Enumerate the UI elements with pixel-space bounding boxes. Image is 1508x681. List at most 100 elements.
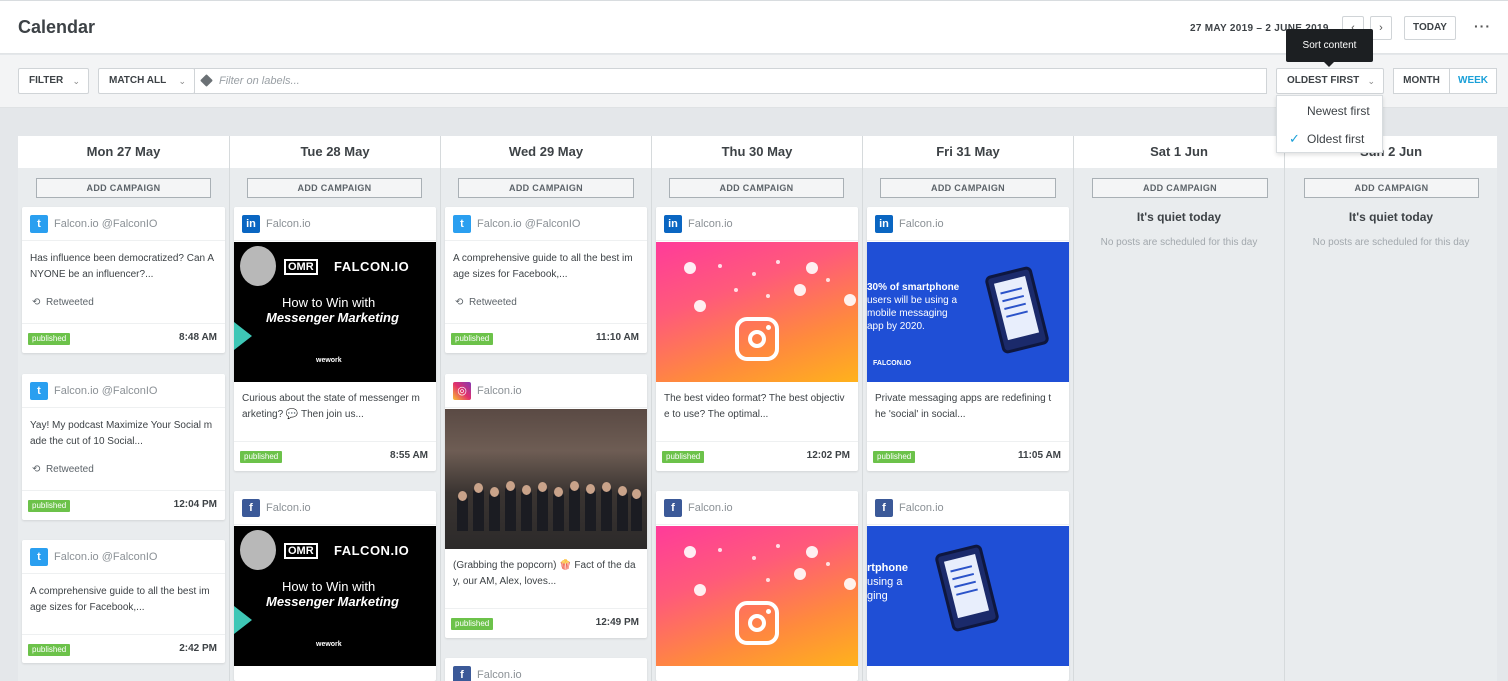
day-header: Wed 29 May bbox=[441, 136, 651, 168]
account-name: Falcon.io bbox=[477, 385, 522, 397]
account-name: Falcon.io @FalconIO bbox=[54, 218, 158, 230]
account-name: Falcon.io bbox=[477, 669, 522, 681]
image-headline: How to Win with bbox=[282, 579, 376, 594]
today-button[interactable]: TODAY bbox=[1404, 16, 1456, 40]
instagram-logo-graphic bbox=[735, 601, 779, 645]
linkedin-icon: in bbox=[875, 215, 893, 233]
post-card[interactable]: in Falcon.io 30% of smartphone users wil… bbox=[867, 207, 1069, 471]
status-badge: published bbox=[28, 500, 71, 512]
account-name: Falcon.io @FalconIO bbox=[54, 551, 158, 563]
add-campaign-button[interactable]: ADD CAMPAIGN bbox=[880, 178, 1056, 198]
account-name: Falcon.io bbox=[266, 218, 311, 230]
day-header: Sat 1 Jun bbox=[1074, 136, 1284, 168]
sort-option-newest[interactable]: Newest first bbox=[1277, 97, 1382, 125]
sort-option-oldest-label: Oldest first bbox=[1307, 132, 1365, 146]
tag-icon bbox=[200, 74, 213, 87]
image-subheadline: Messenger Marketing bbox=[266, 310, 399, 325]
card-header: f Falcon.io bbox=[656, 491, 858, 525]
card-header: f Falcon.io bbox=[445, 658, 647, 681]
card-header: in Falcon.io bbox=[234, 207, 436, 241]
post-time: 8:48 AM bbox=[179, 332, 217, 343]
post-image: OMR FALCON.IO How to Win with Messenger … bbox=[234, 242, 436, 382]
post-text: Has influence been democratized? Can A N… bbox=[30, 253, 214, 280]
post-card[interactable]: f Falcon.io bbox=[445, 658, 647, 681]
add-campaign-button[interactable]: ADD CAMPAIGN bbox=[1304, 178, 1479, 198]
post-card[interactable]: f Falcon.io bbox=[656, 491, 858, 681]
card-header: in Falcon.io bbox=[656, 207, 858, 241]
image-text-line: users will be using a bbox=[867, 295, 958, 306]
omr-logo: OMR bbox=[284, 259, 318, 275]
match-label: MATCH ALL bbox=[109, 75, 167, 86]
post-card[interactable]: t Falcon.io @FalconIO Yay! My podcast Ma… bbox=[22, 374, 225, 520]
page-title: Calendar bbox=[18, 17, 96, 37]
chevron-right-icon: › bbox=[1379, 22, 1383, 34]
post-card[interactable]: t Falcon.io @FalconIO Has influence been… bbox=[22, 207, 225, 353]
add-campaign-button[interactable]: ADD CAMPAIGN bbox=[247, 178, 422, 198]
post-card[interactable]: f Falcon.io OMR FALCON.IO How to Win wit… bbox=[234, 491, 436, 681]
status-badge: published bbox=[28, 333, 71, 345]
card-footer: published 11:05 AM bbox=[867, 441, 1069, 471]
retweet-icon: ⟲ bbox=[455, 297, 464, 308]
card-header: ◎ Falcon.io bbox=[445, 374, 647, 408]
chevron-down-icon: ⌄ bbox=[178, 76, 186, 86]
account-name: Falcon.io bbox=[688, 502, 733, 514]
falcon-logo: FALCON.IO bbox=[334, 259, 410, 274]
post-text: Private messaging apps are redefining t … bbox=[875, 393, 1052, 420]
account-name: Falcon.io bbox=[899, 502, 944, 514]
more-options-icon[interactable]: ··· bbox=[1474, 18, 1491, 34]
post-time: 11:05 AM bbox=[1018, 450, 1061, 461]
chevron-down-icon: ⌄ bbox=[1367, 76, 1375, 86]
sort-dropdown-menu: Newest first ✓ Oldest first bbox=[1276, 95, 1383, 153]
day-header: Fri 31 May bbox=[863, 136, 1073, 168]
post-card[interactable]: in Falcon.io The best video format? The … bbox=[656, 207, 858, 471]
match-all-button[interactable]: MATCH ALL ⌄ bbox=[98, 68, 195, 94]
account-name: Falcon.io @FalconIO bbox=[54, 385, 158, 397]
sort-button[interactable]: OLDEST FIRST ⌄ bbox=[1276, 68, 1384, 94]
card-footer: published 12:49 PM bbox=[445, 608, 647, 638]
post-card[interactable]: f Falcon.io rtphone using a ging bbox=[867, 491, 1069, 681]
post-time: 12:04 PM bbox=[173, 499, 217, 510]
chevron-down-icon: ⌄ bbox=[72, 76, 80, 86]
arrow-graphic bbox=[234, 322, 252, 350]
filter-button[interactable]: FILTER ⌄ bbox=[18, 68, 89, 94]
day-column-tue: Tue 28 May ADD CAMPAIGN in Falcon.io OMR… bbox=[230, 136, 441, 681]
week-view-button[interactable]: WEEK bbox=[1449, 68, 1497, 94]
retweet-icon: ⟲ bbox=[32, 464, 41, 475]
add-campaign-button[interactable]: ADD CAMPAIGN bbox=[36, 178, 211, 198]
image-subheadline: Messenger Marketing bbox=[266, 594, 399, 609]
day-column-wed: Wed 29 May ADD CAMPAIGN t Falcon.io @Fal… bbox=[441, 136, 652, 681]
sponsor-logo: wework bbox=[316, 641, 342, 648]
empty-day-title: It's quiet today bbox=[1348, 210, 1434, 224]
card-header: t Falcon.io @FalconIO bbox=[445, 207, 647, 241]
status-badge: published bbox=[873, 451, 916, 463]
card-header: f Falcon.io bbox=[867, 491, 1069, 525]
month-view-button[interactable]: MONTH bbox=[1393, 68, 1450, 94]
post-card[interactable]: t Falcon.io @FalconIO A comprehensive gu… bbox=[445, 207, 647, 353]
facebook-icon: f bbox=[875, 499, 893, 517]
add-campaign-button[interactable]: ADD CAMPAIGN bbox=[458, 178, 634, 198]
add-campaign-button[interactable]: ADD CAMPAIGN bbox=[669, 178, 844, 198]
post-card[interactable]: t Falcon.io @FalconIO A comprehensive gu… bbox=[22, 540, 225, 663]
sort-option-oldest[interactable]: ✓ Oldest first bbox=[1277, 125, 1382, 153]
empty-day-subtitle: No posts are scheduled for this day bbox=[1312, 237, 1470, 248]
next-week-button[interactable]: › bbox=[1370, 16, 1392, 40]
card-footer: published 8:55 AM bbox=[234, 441, 436, 471]
phone-graphic bbox=[984, 265, 1050, 355]
add-campaign-button[interactable]: ADD CAMPAIGN bbox=[1092, 178, 1268, 198]
post-card[interactable]: ◎ Falcon.io (Grabbing the popcorn) 🍿 Fac… bbox=[445, 374, 647, 638]
image-text-line: using a bbox=[867, 576, 903, 588]
empty-day-title: It's quiet today bbox=[1136, 210, 1222, 224]
day-header: Mon 27 May bbox=[18, 136, 229, 168]
card-footer: published 12:02 PM bbox=[656, 441, 858, 471]
day-column-thu: Thu 30 May ADD CAMPAIGN in Falcon.io The… bbox=[652, 136, 863, 681]
card-footer: published 8:48 AM bbox=[22, 323, 225, 353]
mascot-graphic bbox=[240, 530, 276, 570]
filter-labels-input[interactable]: Filter on labels... bbox=[194, 68, 1267, 94]
mascot-graphic bbox=[240, 246, 276, 286]
account-name: Falcon.io bbox=[899, 218, 944, 230]
filter-label: FILTER bbox=[29, 75, 64, 86]
post-card[interactable]: in Falcon.io OMR FALCON.IO How to Win wi… bbox=[234, 207, 436, 471]
image-text-line: ging bbox=[867, 590, 888, 602]
post-image bbox=[445, 409, 647, 549]
card-header: t Falcon.io @FalconIO bbox=[22, 374, 225, 408]
